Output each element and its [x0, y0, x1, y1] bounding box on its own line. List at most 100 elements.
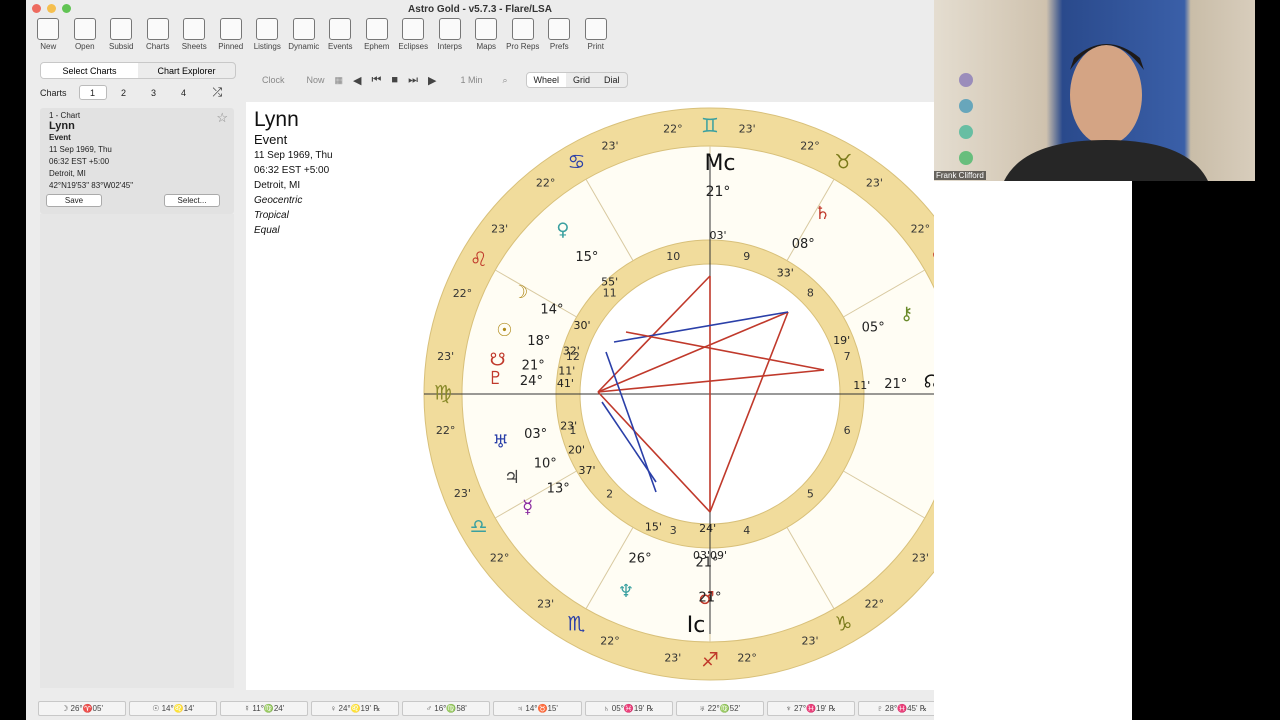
status-position[interactable]: ♄ 05°♓19' ℞ [584, 700, 673, 716]
toolbar-button-open[interactable]: Open [67, 18, 104, 58]
planet-minute: 23' [560, 420, 577, 433]
toolbar-button-print[interactable]: Print [578, 18, 615, 58]
events-icon [329, 18, 352, 40]
zodiac-sign-glyph: ♉ [835, 149, 853, 173]
back-icon[interactable]: ◀ [353, 74, 361, 87]
house-number: 9 [743, 250, 750, 263]
pluto-glyph: ♇ [487, 368, 503, 389]
toolbar-label: Dynamic [288, 42, 320, 51]
select-button[interactable]: Select... [164, 194, 220, 207]
ephem-icon [365, 18, 388, 40]
search-icon[interactable]: ⌕ [502, 75, 507, 86]
chart-tab-1[interactable]: 1 [78, 85, 107, 100]
zodiac-sign-glyph: ♍ [434, 381, 452, 405]
toolbar-button-pinned[interactable]: Pinned [213, 18, 250, 58]
cusp-minute: 23' [601, 139, 618, 152]
planet-degree: 03° [524, 427, 547, 442]
chart-tab-2[interactable]: 2 [111, 86, 137, 99]
neptune-glyph: ♆ [618, 581, 634, 602]
chart-tab-4[interactable]: 4 [171, 86, 197, 99]
cusp-degree: 22° [800, 139, 820, 152]
zodiac-sign-glyph: ♎ [470, 514, 488, 538]
chart-list-area [40, 214, 234, 688]
toolbar-button-events[interactable]: Events [322, 18, 359, 58]
zodiac-sign-glyph: ♑ [835, 612, 853, 636]
toolbar-button-listings[interactable]: Listings [249, 18, 286, 58]
status-position[interactable]: ☿ 11°♍24' [220, 700, 309, 716]
toolbar-label: Ephem [364, 42, 390, 51]
zodiac-sign-glyph: ♏ [568, 612, 586, 636]
toolbar-button-pro-reps[interactable]: Pro Reps [505, 18, 542, 58]
status-position[interactable]: ☽ 26°♈05' [38, 700, 127, 716]
cusp-minute: 23' [739, 123, 756, 136]
cusp-minute: 23' [866, 177, 883, 190]
status-position[interactable]: ☉ 14°♌14' [129, 700, 218, 716]
forward-icon[interactable]: ▶ [428, 74, 436, 87]
step-back-icon[interactable]: ⏮ [372, 74, 382, 87]
window-title: Astro Gold - v5.7.3 - Flare/LSA [408, 3, 552, 15]
charts-icon [146, 18, 169, 40]
time-step[interactable]: 1 Min [460, 75, 482, 85]
save-button[interactable]: Save [46, 194, 102, 207]
status-position[interactable]: ♂ 16°♍58' [402, 700, 491, 716]
ic-degree: 21° [698, 591, 721, 606]
toolbar-label: Prefs [549, 42, 569, 51]
tab-wheel[interactable]: Wheel [526, 73, 567, 87]
star-icon[interactable]: ☆ [216, 110, 228, 126]
status-position[interactable]: ♀ 24°♌19' ℞ [311, 700, 400, 716]
toolbar-label: Listings [253, 42, 281, 51]
astro-wheel[interactable]: ♍22°23'♌22°23'♋22°23'♊22°23'♉22°23'♈22°2… [246, 102, 934, 690]
tab-select-charts[interactable]: Select Charts [41, 63, 138, 78]
status-position[interactable]: ♃ 14°♉15' [493, 700, 582, 716]
video-feed: Frank Clifford [934, 0, 1255, 181]
planet-degree: 21° [884, 377, 907, 392]
toolbar-button-subsid[interactable]: Subsid [103, 18, 140, 58]
cusp-degree: 22° [453, 287, 473, 300]
planet-minute: 33' [777, 267, 794, 280]
tab-chart-explorer[interactable]: Chart Explorer [138, 63, 235, 78]
chiron-glyph: ⚷ [900, 304, 913, 325]
minimize-window-button[interactable] [47, 4, 56, 13]
zodiac-sign-glyph: ♋ [568, 149, 586, 173]
house-number: 4 [743, 524, 750, 537]
toolbar-button-eclipses[interactable]: Eclipses [395, 18, 432, 58]
cusp-degree: 22° [436, 424, 456, 437]
house-number: 10 [666, 250, 680, 263]
sidebar: Select Charts Chart Explorer Charts 1 2 … [36, 62, 242, 690]
planet-minute: 19' [833, 334, 850, 347]
tab-dial[interactable]: Dial [597, 73, 627, 87]
toolbar-button-maps[interactable]: Maps [468, 18, 505, 58]
now-button[interactable]: Now [307, 75, 325, 85]
planet-minute: 15' [645, 520, 662, 533]
cusp-minute: 23' [437, 350, 454, 363]
tab-grid[interactable]: Grid [566, 73, 597, 87]
status-position[interactable]: ♆ 27°♓19' ℞ [766, 700, 855, 716]
shuffle-icon[interactable]: ⤮ [213, 85, 223, 100]
clock-button[interactable]: Clock [262, 75, 285, 85]
toolbar-button-dynamic[interactable]: Dynamic [286, 18, 323, 58]
toolbar-button-interps[interactable]: Interps [432, 18, 469, 58]
planet-minute: 55' [601, 276, 618, 289]
step-forward-icon[interactable]: ⏭ [408, 74, 418, 87]
toolbar-button-new[interactable]: New [30, 18, 67, 58]
calendar-icon[interactable]: ▦ [335, 75, 344, 86]
toolbar-button-ephem[interactable]: Ephem [359, 18, 396, 58]
chart-tab-3[interactable]: 3 [141, 86, 167, 99]
toolbar-label: Pinned [218, 42, 244, 51]
zoom-window-button[interactable] [62, 4, 71, 13]
close-window-button[interactable] [32, 4, 41, 13]
status-position[interactable]: ♅ 22°♍52' [675, 700, 764, 716]
toolbar-button-charts[interactable]: Charts [140, 18, 177, 58]
moon-glyph: ☽ [512, 282, 528, 303]
toolbar-label: Subsid [109, 42, 134, 51]
zodiac-sign-glyph: ♐ [701, 648, 719, 672]
gear-icon [548, 18, 571, 40]
chart-card[interactable]: 1 - Chart Lynn Event 11 Sep 1969, Thu 06… [40, 108, 234, 214]
stop-icon[interactable]: ■ [391, 74, 398, 86]
presenter-image [959, 44, 1208, 181]
toolbar-button-sheets[interactable]: Sheets [176, 18, 213, 58]
zodiac-sign-glyph: ♌ [470, 247, 488, 271]
status-position[interactable]: ♇ 28°♓45' ℞ [857, 700, 934, 716]
toolbar-button-prefs[interactable]: Prefs [541, 18, 578, 58]
status-bar: ☽ 26°♈05' ☉ 14°♌14' ☿ 11°♍24' ♀ 24°♌19' ℞ ♂ … [26, 696, 934, 720]
